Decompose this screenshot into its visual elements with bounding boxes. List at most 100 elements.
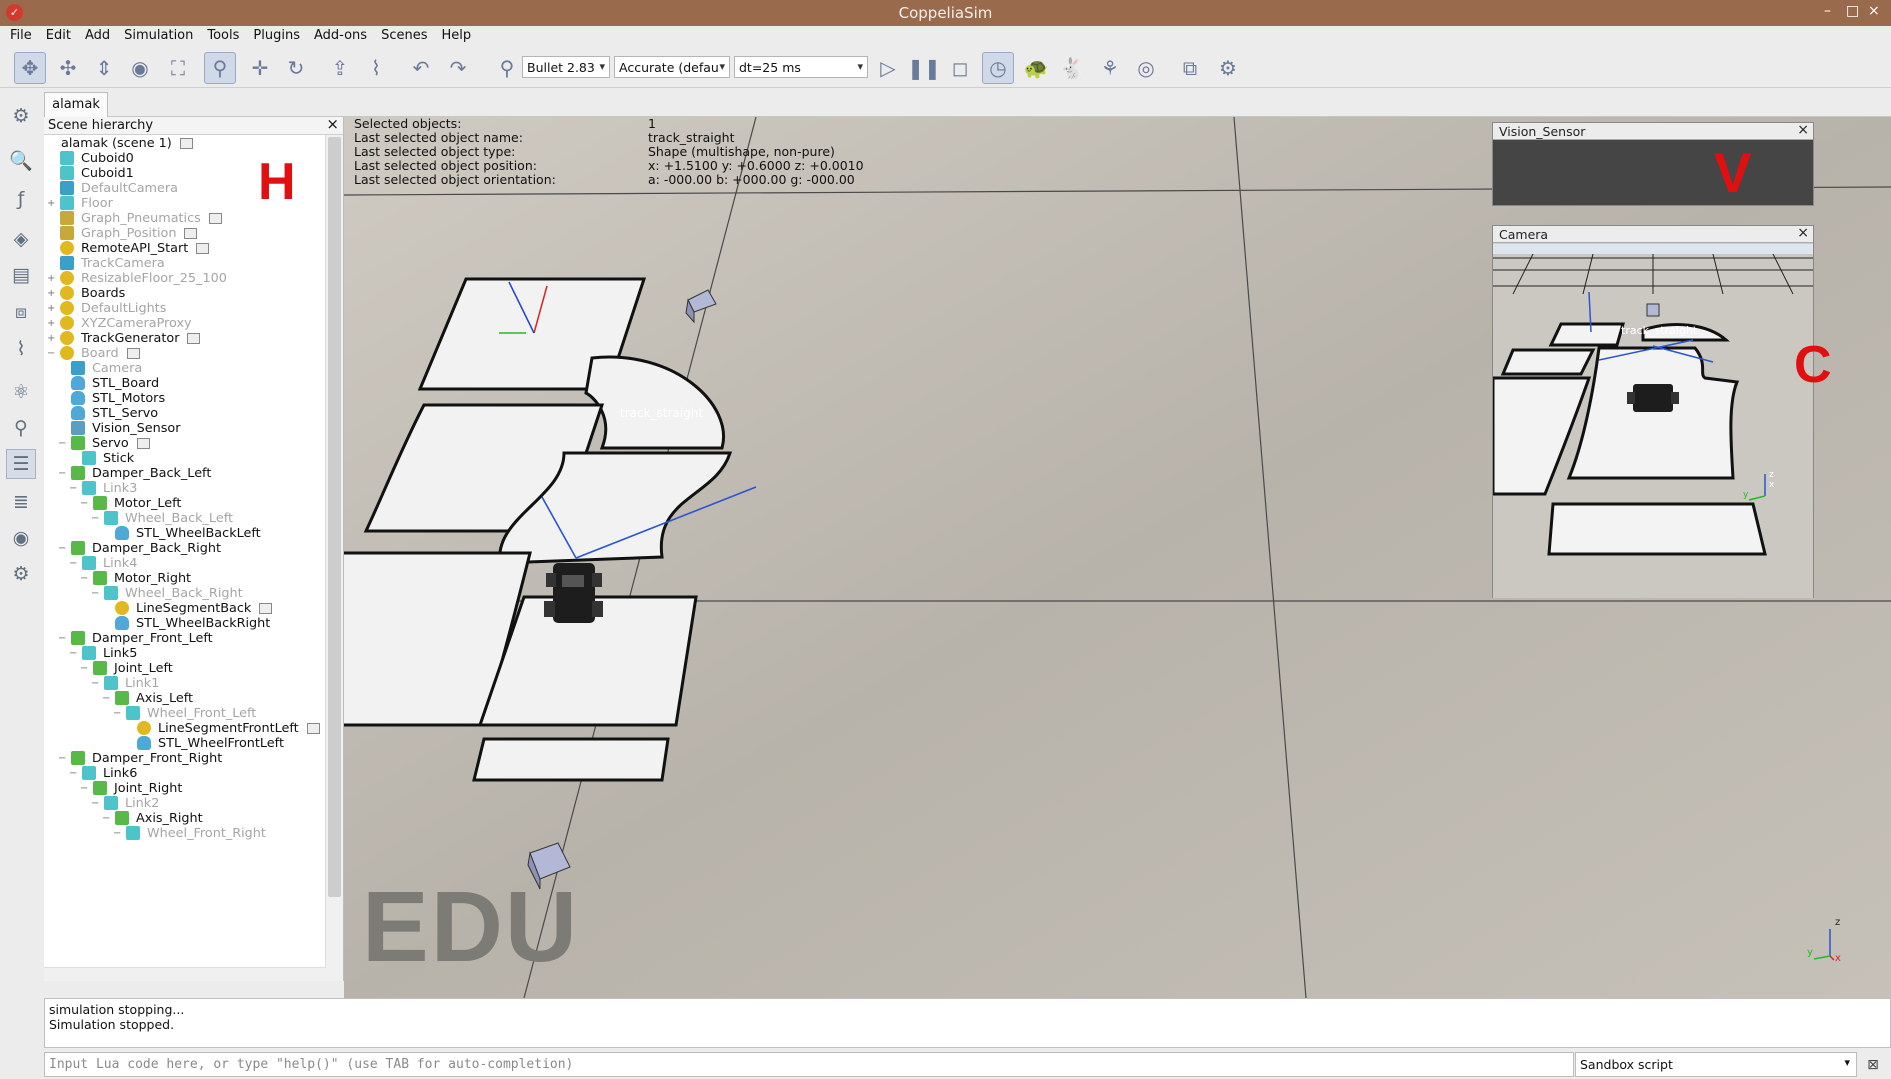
tree-expander-icon[interactable]: − (91, 798, 101, 809)
tree-expander-icon[interactable]: − (91, 588, 101, 599)
simulation-settings-icon[interactable]: ⚙ (6, 101, 36, 131)
tree-expander-icon[interactable]: − (69, 768, 79, 779)
dynamics-icon[interactable]: ⚲ (491, 52, 523, 84)
realtime-clock-icon[interactable]: ◷ (982, 52, 1014, 84)
fit-to-view-icon[interactable]: ⛶ (162, 52, 194, 84)
track-straight-2[interactable] (472, 737, 670, 782)
menu-plugins[interactable]: Plugins (247, 26, 308, 48)
scene-tab[interactable]: alamak (44, 92, 108, 117)
tree-expander-icon[interactable]: − (91, 678, 101, 689)
script-icon[interactable] (126, 347, 140, 359)
path-icon[interactable]: ⌇ (6, 334, 36, 364)
tree-expander-icon[interactable]: + (47, 273, 57, 284)
assemble-icon[interactable]: ⇪ (324, 52, 356, 84)
hierarchy-close-button[interactable]: × (326, 115, 339, 133)
tree-expander-icon[interactable]: − (80, 573, 90, 584)
hierarchy-scrollbar[interactable] (325, 135, 343, 981)
model-browser-icon[interactable]: ◉ (6, 523, 36, 553)
script-icon[interactable] (187, 332, 201, 344)
tree-expander-icon[interactable]: − (102, 813, 112, 824)
tree-expander-icon[interactable]: + (47, 318, 57, 329)
hierarchy-horizontal-scrollbar[interactable] (44, 967, 326, 981)
speed-up-icon[interactable]: 🐇 (1056, 52, 1088, 84)
object-shift-icon[interactable]: ✛ (244, 52, 276, 84)
transfer-dna-icon[interactable]: ⌇ (360, 52, 392, 84)
hierarchy-item[interactable]: − Wheel_Front_Right (113, 824, 266, 842)
tree-expander-icon[interactable]: − (58, 753, 68, 764)
visualization-icon[interactable]: ◎ (1130, 52, 1162, 84)
vision-sensor-view[interactable]: Vision_Sensor × (1492, 122, 1814, 206)
camera-view-close-button[interactable]: × (1797, 225, 1809, 241)
tree-expander-icon[interactable]: − (69, 558, 79, 569)
object-rotate-icon[interactable]: ↻ (280, 52, 312, 84)
undo-icon[interactable]: ↶ (405, 52, 437, 84)
physics-engine-select[interactable]: Bullet 2.83 (522, 56, 610, 78)
menu-scenes[interactable]: Scenes (375, 26, 435, 48)
menu-edit[interactable]: Edit (40, 26, 79, 48)
tree-expander-icon[interactable]: − (80, 498, 90, 509)
clear-console-button[interactable]: ⊠ (1862, 1054, 1884, 1076)
script-icon[interactable] (259, 602, 273, 614)
tree-expander-icon[interactable]: − (102, 693, 112, 704)
accuracy-select[interactable]: Accurate (defau (614, 56, 730, 78)
tree-expander-icon[interactable]: − (58, 633, 68, 644)
tree-expander-icon[interactable]: − (69, 648, 79, 659)
simulation-settings-icon[interactable]: ⚙ (1212, 52, 1244, 84)
collision-icon[interactable]: ⚛ (6, 377, 36, 407)
vision-sensor-close-button[interactable]: × (1797, 122, 1809, 138)
tree-expander-icon[interactable]: + (47, 288, 57, 299)
play-icon[interactable]: ▷ (872, 52, 904, 84)
menu-simulation[interactable]: Simulation (118, 26, 201, 48)
script-icon[interactable]: ▤ (6, 260, 36, 290)
stop-icon[interactable]: ◻ (944, 52, 976, 84)
menu-help[interactable]: Help (435, 26, 479, 48)
user-settings-icon[interactable]: ⚙ (6, 559, 36, 589)
pause-icon[interactable]: ❚❚ (907, 52, 941, 84)
tree-expander-icon[interactable]: + (47, 198, 57, 209)
camera-angle-icon[interactable]: ◉ (124, 52, 156, 84)
thread-rendering-icon[interactable]: ⚘ (1094, 52, 1126, 84)
script-icon[interactable] (208, 212, 222, 224)
click-select-icon[interactable]: ⚲ (204, 52, 236, 84)
script-icon[interactable] (136, 437, 150, 449)
minimize-button[interactable]: – (1824, 3, 1831, 19)
script-icon[interactable] (306, 722, 320, 734)
script-icon[interactable] (179, 137, 193, 149)
menu-add[interactable]: Add (79, 26, 118, 48)
layers-icon[interactable]: ◈ (6, 224, 36, 254)
shape-edit-icon[interactable]: ⧈ (6, 297, 36, 327)
lua-command-input[interactable]: Input Lua code here, or type "help()" (u… (44, 1052, 1574, 1077)
camera-shift-icon[interactable]: ⇕ (88, 52, 120, 84)
tree-expander-icon[interactable]: − (58, 543, 68, 554)
camera-pan-icon[interactable]: ✥ (14, 52, 46, 84)
script-icon[interactable] (196, 242, 210, 254)
tree-expander-icon[interactable]: + (47, 333, 57, 344)
maximize-button[interactable]: □ (1846, 3, 1859, 19)
tree-expander-icon[interactable]: − (47, 348, 57, 359)
function-icon[interactable]: ƒ (6, 184, 36, 214)
menu-add-ons[interactable]: Add-ons (308, 26, 375, 48)
tree-expander-icon[interactable]: − (113, 708, 123, 719)
tree-expander-icon[interactable]: − (58, 468, 68, 479)
tree-expander-icon[interactable]: + (47, 303, 57, 314)
script-icon[interactable] (184, 227, 198, 239)
scene-viewport[interactable]: track_straight z y x Selected objects: 1 L… (344, 117, 1891, 998)
search-icon[interactable]: 🔍 (6, 145, 36, 175)
script-context-select[interactable]: Sandbox script (1575, 1052, 1857, 1077)
close-button[interactable]: × (1868, 3, 1880, 19)
tree-expander-icon[interactable]: − (113, 828, 123, 839)
tree-expander-icon[interactable]: − (91, 513, 101, 524)
menu-file[interactable]: File (4, 26, 40, 48)
slow-down-icon[interactable]: 🐢 (1020, 52, 1052, 84)
hierarchy-toggle-icon[interactable]: ☰ (6, 449, 36, 479)
scrollbar-thumb[interactable] (328, 137, 341, 897)
camera-rotate-icon[interactable]: ✣ (52, 52, 84, 84)
tree-expander-icon[interactable]: − (80, 663, 90, 674)
tree-expander-icon[interactable]: − (80, 783, 90, 794)
menu-tools[interactable]: Tools (201, 26, 247, 48)
tree-expander-icon[interactable]: − (69, 483, 79, 494)
redo-icon[interactable]: ↷ (442, 52, 474, 84)
timestep-select[interactable]: dt=25 ms (734, 56, 868, 78)
scene-windows-icon[interactable]: ⧉ (1174, 52, 1206, 84)
camera-view[interactable]: Camera × track_straight z x y (1492, 225, 1814, 598)
